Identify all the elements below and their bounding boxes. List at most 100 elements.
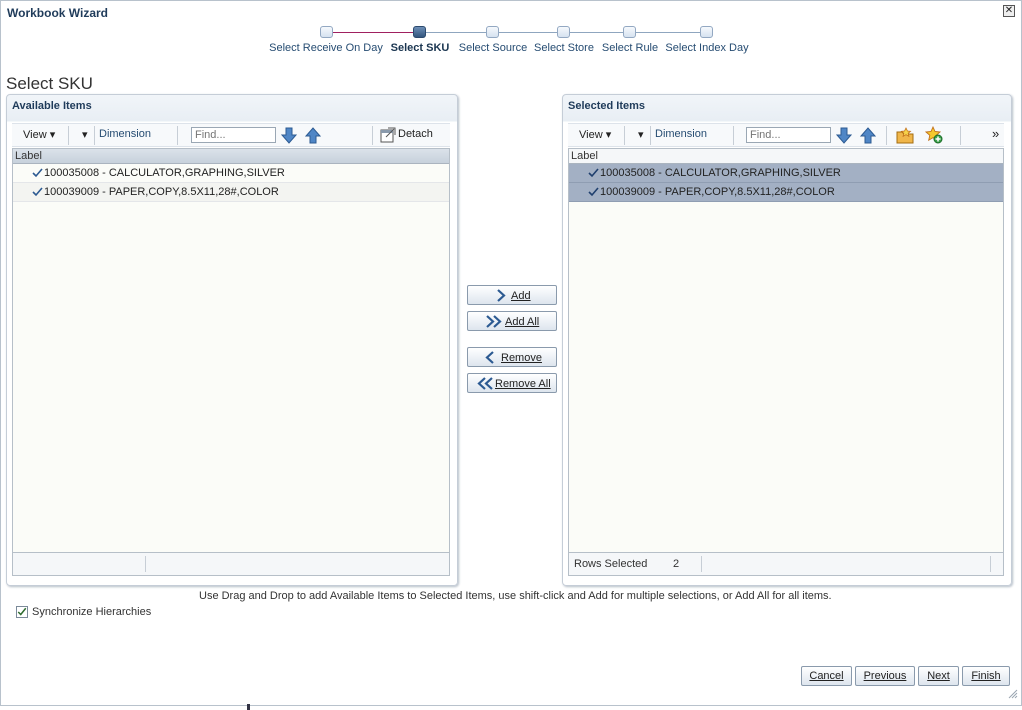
status-separator: [145, 556, 146, 572]
add-label: Add: [511, 290, 531, 302]
drag-drop-hint: Use Drag and Drop to add Available Items…: [199, 590, 832, 602]
available-items-header: Available Items: [12, 100, 92, 112]
toolbar-separator: [886, 126, 887, 145]
close-icon[interactable]: ✕: [1003, 5, 1015, 17]
row-label: 100035008 - CALCULATOR,GRAPHING,SILVER: [600, 167, 841, 179]
label-column-header[interactable]: Label: [13, 149, 449, 164]
row-label: 100039009 - PAPER,COPY,8.5X11,28#,COLOR: [44, 186, 279, 198]
add-button[interactable]: Add: [467, 285, 557, 305]
selected-toolbar: View ▾ ▾ Dimension »: [568, 123, 1004, 147]
status-separator: [701, 556, 702, 572]
toolbar-separator: [624, 126, 625, 145]
synchronize-label: Synchronize Hierarchies: [32, 606, 152, 618]
train-stop-select-sku: [413, 26, 426, 38]
train-label-select-sku: Select SKU: [390, 42, 450, 54]
table-row[interactable]: 100035008 - CALCULATOR,GRAPHING,SILVER: [13, 164, 449, 183]
train-stop-select-source[interactable]: [486, 26, 499, 38]
chevron-down-icon: ▾: [605, 129, 612, 141]
view-menu[interactable]: View ▾: [23, 128, 55, 141]
remove-all-button[interactable]: Remove All: [467, 373, 557, 393]
resize-grip-icon[interactable]: [1008, 689, 1018, 699]
dimension-dropdown-icon[interactable]: ▾: [638, 128, 644, 141]
row-label: 100035008 - CALCULATOR,GRAPHING,SILVER: [44, 167, 285, 179]
finish-label: Finish: [971, 670, 1001, 682]
folder-favorite-icon[interactable]: [896, 127, 914, 144]
cancel-label: Cancel: [809, 670, 844, 682]
toolbar-separator: [650, 126, 651, 145]
train-label-select-store[interactable]: Select Store: [534, 42, 594, 54]
remove-button[interactable]: Remove: [467, 347, 557, 367]
toolbar-separator: [94, 126, 95, 145]
cancel-button[interactable]: Cancel: [801, 666, 852, 686]
toolbar-separator: [733, 126, 734, 145]
overflow-chevron-icon[interactable]: »: [992, 126, 999, 141]
selected-find-input[interactable]: [746, 127, 831, 143]
dimension-label[interactable]: Dimension: [99, 128, 151, 140]
view-menu-label: View: [23, 129, 47, 141]
next-label: Next: [927, 670, 950, 682]
find-next-arrow-icon[interactable]: [281, 127, 297, 144]
double-chevron-left-icon: [477, 377, 493, 390]
add-favorite-icon[interactable]: [925, 126, 943, 144]
train-label-receive-on-day[interactable]: Select Receive On Day: [269, 42, 383, 54]
check-icon: [588, 187, 599, 197]
workbook-wizard-dialog: Workbook Wizard ✕ Select Receive On Day …: [0, 0, 1022, 706]
selected-items-panel: Selected Items View ▾ ▾ Dimension Find..…: [562, 94, 1012, 586]
selected-items-header: Selected Items: [568, 100, 646, 112]
wizard-train: Select Receive On Day Select SKU Select …: [267, 25, 757, 59]
detach-button[interactable]: Detach: [398, 128, 433, 140]
page-title: Select SKU: [6, 74, 93, 93]
rows-selected-count: 2: [673, 558, 680, 570]
selected-status-bar: Rows Selected 2: [568, 553, 1004, 576]
table-row[interactable]: 100035008 - CALCULATOR,GRAPHING,SILVER: [569, 164, 1003, 183]
dimension-label[interactable]: Dimension: [655, 128, 707, 140]
train-stop-select-store[interactable]: [557, 26, 570, 38]
train-stop-receive-on-day[interactable]: [320, 26, 333, 38]
synchronize-checkbox[interactable]: [16, 606, 28, 618]
remove-label: Remove: [501, 352, 542, 364]
find-next-arrow-icon[interactable]: [836, 127, 852, 144]
finish-button[interactable]: Finish: [962, 666, 1010, 686]
detach-icon[interactable]: [380, 127, 396, 143]
view-menu[interactable]: View ▾: [579, 128, 611, 141]
table-row[interactable]: 100039009 - PAPER,COPY,8.5X11,28#,COLOR: [569, 183, 1003, 202]
previous-button[interactable]: Previous: [855, 666, 915, 686]
available-items-table: Label 100035008 - CALCULATOR,GRAPHING,SI…: [12, 148, 450, 553]
chevron-left-icon: [485, 351, 494, 364]
train-stop-select-rule[interactable]: [623, 26, 636, 38]
next-button[interactable]: Next: [918, 666, 959, 686]
available-find-input[interactable]: [191, 127, 276, 143]
previous-label: Previous: [863, 670, 907, 682]
check-icon: [32, 187, 43, 197]
view-menu-label: View: [579, 129, 603, 141]
taskbar-edge: [247, 704, 250, 710]
selected-items-table: Label 100035008 - CALCULATOR,GRAPHING,SI…: [568, 148, 1004, 553]
find-previous-arrow-icon[interactable]: [305, 127, 321, 144]
available-items-panel: Available Items View ▾ ▾ Dimension Detac: [6, 94, 458, 586]
checkmark-icon: [17, 607, 27, 616]
available-status-bar: [12, 553, 450, 576]
train-stop-select-index-day[interactable]: [700, 26, 713, 38]
rows-selected-label: Rows Selected: [574, 558, 648, 570]
toolbar-separator: [960, 126, 961, 145]
label-column-header[interactable]: Label: [569, 149, 1003, 164]
add-all-button[interactable]: Add All: [467, 311, 557, 331]
toolbar-separator: [68, 126, 69, 145]
dialog-title: Workbook Wizard: [7, 6, 109, 20]
remove-all-label: Remove All: [495, 378, 551, 390]
toolbar-separator: [372, 126, 373, 145]
train-label-select-source[interactable]: Select Source: [459, 42, 527, 54]
add-all-label: Add All: [505, 316, 540, 328]
train-label-select-rule[interactable]: Select Rule: [602, 42, 658, 54]
row-label: 100039009 - PAPER,COPY,8.5X11,28#,COLOR: [600, 186, 835, 198]
toolbar-separator: [177, 126, 178, 145]
train-connector: [332, 32, 420, 33]
find-previous-arrow-icon[interactable]: [860, 127, 876, 144]
table-row[interactable]: 100039009 - PAPER,COPY,8.5X11,28#,COLOR: [13, 183, 449, 202]
check-icon: [588, 168, 599, 178]
chevron-down-icon: ▾: [49, 129, 56, 141]
status-separator: [990, 556, 991, 572]
check-icon: [32, 168, 43, 178]
train-label-select-index-day[interactable]: Select Index Day: [665, 42, 748, 54]
dimension-dropdown-icon[interactable]: ▾: [82, 128, 88, 141]
